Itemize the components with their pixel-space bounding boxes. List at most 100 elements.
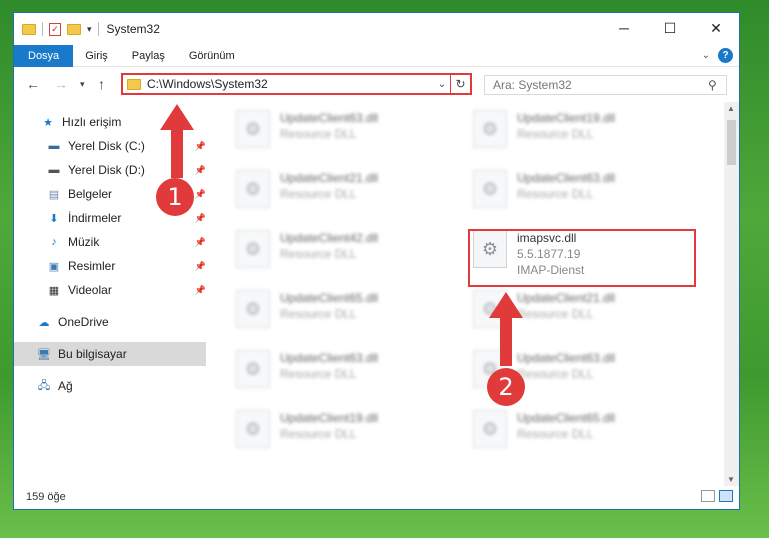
up-icon[interactable]: ↑ <box>98 76 105 92</box>
tab-share[interactable]: Paylaş <box>120 45 177 67</box>
file-name: UpdateClient65.dll <box>517 411 616 425</box>
file-item[interactable]: ⚙ UpdateClient19.dll Resource DLL <box>473 110 703 162</box>
recent-locations-icon[interactable]: ▾ <box>80 79 85 90</box>
sidebar-item-music[interactable]: ♪ Müzik 📌 <box>14 230 210 254</box>
window-title: System32 <box>106 22 160 36</box>
sidebar-item-label: Yerel Disk (D:) <box>68 163 145 177</box>
dll-file-icon: ⚙ <box>236 230 270 268</box>
large-icons-view-icon[interactable] <box>719 490 733 502</box>
tab-view[interactable]: Görünüm <box>177 45 247 67</box>
drive-icon: ▬ <box>48 140 60 152</box>
file-name: UpdateClient65.dll <box>280 291 379 305</box>
new-folder-icon[interactable] <box>67 23 81 35</box>
step-badge-2: 2 <box>487 368 525 406</box>
sidebar-item-this-pc[interactable]: 🖥 Bu bilgisayar <box>14 342 206 366</box>
pin-icon[interactable]: 📌 <box>195 261 206 272</box>
file-item[interactable]: ⚙ UpdateClient21.dll Resource DLL <box>473 290 703 342</box>
close-button[interactable]: ✕ <box>693 13 739 43</box>
search-box[interactable]: Ara: System32 ⚲ <box>484 75 727 95</box>
file-name: UpdateClient63.dll <box>517 171 616 185</box>
file-item[interactable]: ⚙ UpdateClient19.dll Resource DLL <box>236 410 466 462</box>
minimize-button[interactable]: ─ <box>601 13 647 43</box>
pin-icon[interactable]: 📌 <box>195 141 206 152</box>
file-type: Resource DLL <box>517 427 594 441</box>
maximize-button[interactable]: ☐ <box>647 13 693 43</box>
details-view-icon[interactable] <box>701 490 715 502</box>
sidebar-item-videos[interactable]: ▦ Videolar 📌 <box>14 278 210 302</box>
file-name: UpdateClient21.dll <box>280 171 379 185</box>
search-icon[interactable]: ⚲ <box>708 78 726 92</box>
address-path[interactable]: C:\Windows\System32 <box>147 77 434 91</box>
dll-file-icon: ⚙ <box>473 410 507 448</box>
scrollbar-thumb[interactable] <box>727 120 736 165</box>
customize-toolbar-icon[interactable]: ▾ <box>87 24 92 35</box>
status-bar: 159 öğe <box>14 486 739 508</box>
item-count: 159 öğe <box>26 491 66 503</box>
sidebar-item-label: Müzik <box>68 235 100 249</box>
file-item[interactable]: ⚙ UpdateClient63.dll Resource DLL <box>236 350 466 402</box>
pin-icon[interactable]: 📌 <box>195 165 206 176</box>
file-name: UpdateClient19.dll <box>517 111 616 125</box>
sidebar-item-label: Videolar <box>68 283 112 297</box>
file-name: UpdateClient21.dll <box>517 291 616 305</box>
separator <box>42 22 43 36</box>
music-icon: ♪ <box>51 236 57 248</box>
file-name: UpdateClient19.dll <box>280 411 379 425</box>
file-item[interactable]: ⚙ UpdateClient63.dll Resource DLL <box>473 170 703 222</box>
sidebar-item-drive-c[interactable]: ▬ Yerel Disk (C:) 📌 <box>14 134 210 158</box>
help-icon[interactable]: ? <box>718 48 733 63</box>
sidebar-item-label: Belgeler <box>68 187 113 201</box>
cloud-icon: ☁ <box>38 316 50 329</box>
scroll-up-icon[interactable]: ▲ <box>727 104 735 113</box>
star-icon: ★ <box>43 116 53 129</box>
folder-icon <box>127 78 141 90</box>
back-icon[interactable]: ← <box>26 76 40 92</box>
dll-file-icon: ⚙ <box>236 350 270 388</box>
ribbon-tabs: Dosya Giriş Paylaş Görünüm ⌄ ? <box>14 44 739 67</box>
pin-icon[interactable]: 📌 <box>195 237 206 248</box>
quick-access-toolbar: ✓ ▾ <box>22 22 99 36</box>
expand-ribbon-icon[interactable]: ⌄ <box>702 50 710 61</box>
search-placeholder[interactable]: Ara: System32 <box>493 78 708 92</box>
file-item[interactable]: ⚙ UpdateClient65.dll Resource DLL <box>236 290 466 342</box>
step-badge-1: 1 <box>156 178 194 216</box>
file-type: Resource DLL <box>517 367 594 381</box>
pin-icon[interactable]: 📌 <box>195 189 206 200</box>
address-bar[interactable]: C:\Windows\System32 ⌄ ↻ <box>121 73 472 95</box>
tab-file[interactable]: Dosya <box>14 44 74 67</box>
downloads-icon: ⬇ <box>49 212 59 225</box>
sidebar-item-onedrive[interactable]: ☁ OneDrive <box>14 310 210 334</box>
scroll-down-icon[interactable]: ▼ <box>727 475 735 484</box>
sidebar-item-pictures[interactable]: ▣ Resimler 📌 <box>14 254 210 278</box>
separator <box>97 22 99 36</box>
pictures-icon: ▣ <box>48 260 60 273</box>
sidebar-item-label: Yerel Disk (C:) <box>68 139 145 153</box>
file-name: UpdateClient63.dll <box>280 111 379 125</box>
sidebar-item-label: İndirmeler <box>68 211 122 225</box>
network-icon: 🖧 <box>37 379 51 392</box>
file-item[interactable]: ⚙ UpdateClient65.dll Resource DLL <box>473 410 703 462</box>
sidebar-item-network[interactable]: 🖧 Ağ <box>14 374 210 398</box>
file-type: Resource DLL <box>280 307 357 321</box>
pin-icon[interactable]: 📌 <box>195 285 206 296</box>
dll-file-icon: ⚙ <box>236 110 270 148</box>
refresh-icon[interactable]: ↻ <box>450 75 470 93</box>
properties-icon[interactable]: ✓ <box>49 22 61 36</box>
pin-icon[interactable]: 📌 <box>195 213 206 224</box>
sidebar-item-quick-access[interactable]: ★ Hızlı erişim <box>14 110 210 134</box>
forward-icon[interactable]: → <box>54 76 68 92</box>
vertical-scrollbar[interactable]: ▲ ▼ <box>724 102 739 486</box>
file-name: UpdateClient63.dll <box>280 351 379 365</box>
file-item[interactable]: ⚙ UpdateClient63.dll Resource DLL <box>236 110 466 162</box>
drive-icon: ▬ <box>48 164 60 176</box>
address-dropdown-icon[interactable]: ⌄ <box>434 79 450 90</box>
sidebar-item-label: OneDrive <box>58 315 109 329</box>
dll-file-icon: ⚙ <box>236 410 270 448</box>
file-item[interactable]: ⚙ UpdateClient42.dll Resource DLL <box>236 230 466 282</box>
tab-home[interactable]: Giriş <box>73 45 120 67</box>
file-item[interactable]: ⚙ UpdateClient21.dll Resource DLL <box>236 170 466 222</box>
file-type: Resource DLL <box>280 187 357 201</box>
dll-file-icon: ⚙ <box>473 110 507 148</box>
dll-file-icon: ⚙ <box>473 170 507 208</box>
folder-icon <box>22 23 36 35</box>
